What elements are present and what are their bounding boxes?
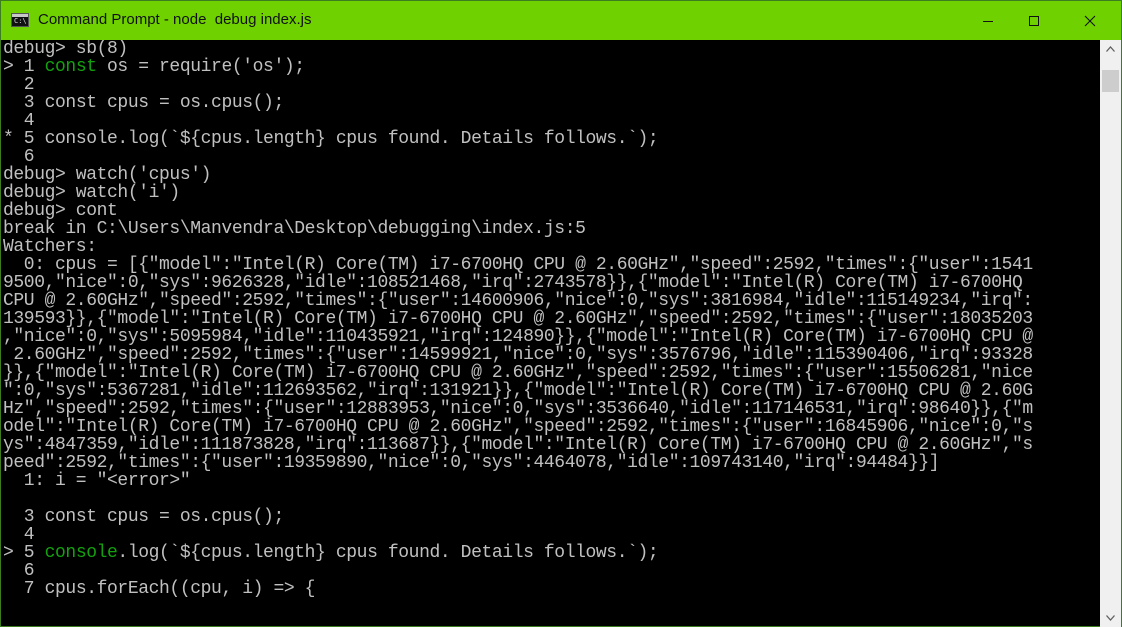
- line-prefix: 6: [3, 561, 35, 581]
- close-icon: [1084, 15, 1096, 26]
- minimize-button[interactable]: [965, 1, 1011, 40]
- console-line: }},{"model":"Intel(R) Core(TM) i7-6700HQ…: [3, 364, 1033, 382]
- line-prefix: 4: [3, 111, 35, 131]
- console-line: debug> watch('cpus'): [3, 166, 211, 184]
- line-text: break in C:\Users\Manvendra\Desktop\debu…: [3, 219, 586, 239]
- line-text: console.log(`${cpus.length} cpus found. …: [44, 129, 659, 149]
- window-title: Command Prompt - node debug index.js: [38, 11, 312, 28]
- console-line: 139593}},{"model":"Intel(R) Core(TM) i7-…: [3, 310, 1033, 328]
- scroll-up-arrow-icon: [1106, 46, 1115, 52]
- console-line: Hz","speed":2592,"times":{"user":1288395…: [3, 400, 1033, 418]
- line-text: const cpus = os.cpus();: [44, 93, 285, 113]
- line-text: debug> cont: [3, 201, 118, 221]
- line-text: CPU @ 2.60GHz","speed":2592,"times":{"us…: [3, 291, 1033, 311]
- console-line: 2.60GHz","speed":2592,"times":{"user":14…: [3, 346, 1033, 364]
- cmd-icon-text: C:\: [14, 17, 27, 25]
- line-text: odel":"Intel(R) Core(TM) i7-6700HQ CPU @…: [3, 417, 1033, 437]
- highlighted-token: console: [44, 543, 118, 563]
- console-line: break in C:\Users\Manvendra\Desktop\debu…: [3, 220, 586, 238]
- line-text: }},{"model":"Intel(R) Core(TM) i7-6700HQ…: [3, 363, 1033, 383]
- maximize-button[interactable]: [1011, 1, 1057, 40]
- line-text: ys":4847359,"idle":111873828,"irq":11368…: [3, 435, 1033, 455]
- line-prefix: 3: [3, 507, 45, 527]
- line-prefix: 7: [3, 579, 45, 599]
- console-line: 4: [3, 525, 35, 545]
- console-output[interactable]: debug> sb(8) > 1 const os = require('os')…: [1, 40, 1100, 627]
- console-line: ys":4847359,"idle":111873828,"irq":11368…: [3, 436, 1033, 454]
- console-line: 6: [3, 561, 35, 581]
- line-text: 139593}},{"model":"Intel(R) Core(TM) i7-…: [3, 309, 1033, 329]
- console-line: 3 const cpus = os.cpus();: [3, 508, 284, 526]
- line-text: Hz","speed":2592,"times":{"user":1288395…: [3, 399, 1033, 419]
- line-text: debug> watch('i'): [3, 183, 180, 203]
- console-line: Watchers:: [3, 238, 97, 256]
- console-line: odel":"Intel(R) Core(TM) i7-6700HQ CPU @…: [3, 418, 1033, 436]
- close-button[interactable]: [1067, 1, 1113, 40]
- line-prefix: > 5: [3, 543, 45, 563]
- console-line: CPU @ 2.60GHz","speed":2592,"times":{"us…: [3, 292, 1033, 310]
- maximize-icon: [1029, 15, 1039, 26]
- line-text: ,"nice":0,"sys":5095984,"idle":110435921…: [3, 327, 1033, 347]
- line-text: 1: i = "<error>": [3, 471, 191, 491]
- line-prefix: > 1: [3, 57, 45, 77]
- line-prefix: 2: [3, 75, 35, 95]
- console-line: 4: [3, 111, 35, 131]
- line-prefix: 4: [3, 525, 35, 545]
- command-prompt-window: C:\ Command Prompt - node debug index.js…: [0, 0, 1122, 627]
- console-line: 0: cpus = [{"model":"Intel(R) Core(TM) i…: [3, 256, 1033, 274]
- title-bar[interactable]: C:\ Command Prompt - node debug index.js: [1, 1, 1121, 40]
- console-line: 2: [3, 75, 35, 95]
- line-text: 0: cpus = [{"model":"Intel(R) Core(TM) i…: [3, 255, 1033, 275]
- line-prefix: 3: [3, 93, 45, 113]
- line-prefix: 6: [3, 147, 35, 167]
- console-line: ":0,"sys":5367281,"idle":112693562,"irq"…: [3, 382, 1033, 400]
- line-text: ":0,"sys":5367281,"idle":112693562,"irq"…: [3, 381, 1033, 401]
- console-line: 3 const cpus = os.cpus();: [3, 94, 284, 112]
- line-text: debug> watch('cpus'): [3, 165, 212, 185]
- console-line: > 1 const os = require('os');: [3, 58, 305, 76]
- console-line: 6: [3, 147, 35, 167]
- line-prefix: * 5: [3, 129, 45, 149]
- line-text: 2.60GHz","speed":2592,"times":{"user":14…: [3, 345, 1033, 365]
- console-line: debug> watch('i'): [3, 184, 180, 202]
- highlighted-token: const: [44, 57, 97, 77]
- console-line: debug> cont: [3, 201, 118, 221]
- scroll-thumb[interactable]: [1102, 70, 1119, 92]
- console-line: debug> sb(8): [3, 40, 128, 58]
- scroll-down-button[interactable]: [1100, 609, 1121, 627]
- minimize-icon: [983, 20, 993, 22]
- line-text: cpus.forEach((cpu, i) => {: [44, 579, 316, 599]
- line-text: .log(`${cpus.length} cpus found. Details…: [117, 543, 659, 563]
- console-line: 7 cpus.forEach((cpu, i) => {: [3, 579, 316, 599]
- console-line: * 5 console.log(`${cpus.length} cpus fou…: [3, 129, 659, 149]
- console-line: > 5 console.log(`${cpus.length} cpus fou…: [3, 543, 659, 563]
- console-line: 1: i = "<error>": [3, 471, 191, 491]
- line-text: const cpus = os.cpus();: [44, 507, 285, 527]
- console-line: peed":2592,"times":{"user":19359890,"nic…: [3, 453, 940, 473]
- line-text: peed":2592,"times":{"user":19359890,"nic…: [3, 453, 940, 473]
- scroll-down-arrow-icon: [1106, 615, 1115, 621]
- line-text: 9500,"nice":0,"sys":9626328,"idle":10852…: [3, 273, 1023, 293]
- line-text: os = require('os');: [96, 57, 305, 77]
- line-text: Watchers:: [3, 237, 97, 257]
- vertical-scrollbar[interactable]: [1100, 40, 1121, 627]
- cmd-icon[interactable]: C:\: [11, 13, 29, 27]
- console-line: 9500,"nice":0,"sys":9626328,"idle":10852…: [3, 273, 1023, 293]
- scroll-up-button[interactable]: [1100, 40, 1121, 58]
- console-line: ,"nice":0,"sys":5095984,"idle":110435921…: [3, 328, 1033, 346]
